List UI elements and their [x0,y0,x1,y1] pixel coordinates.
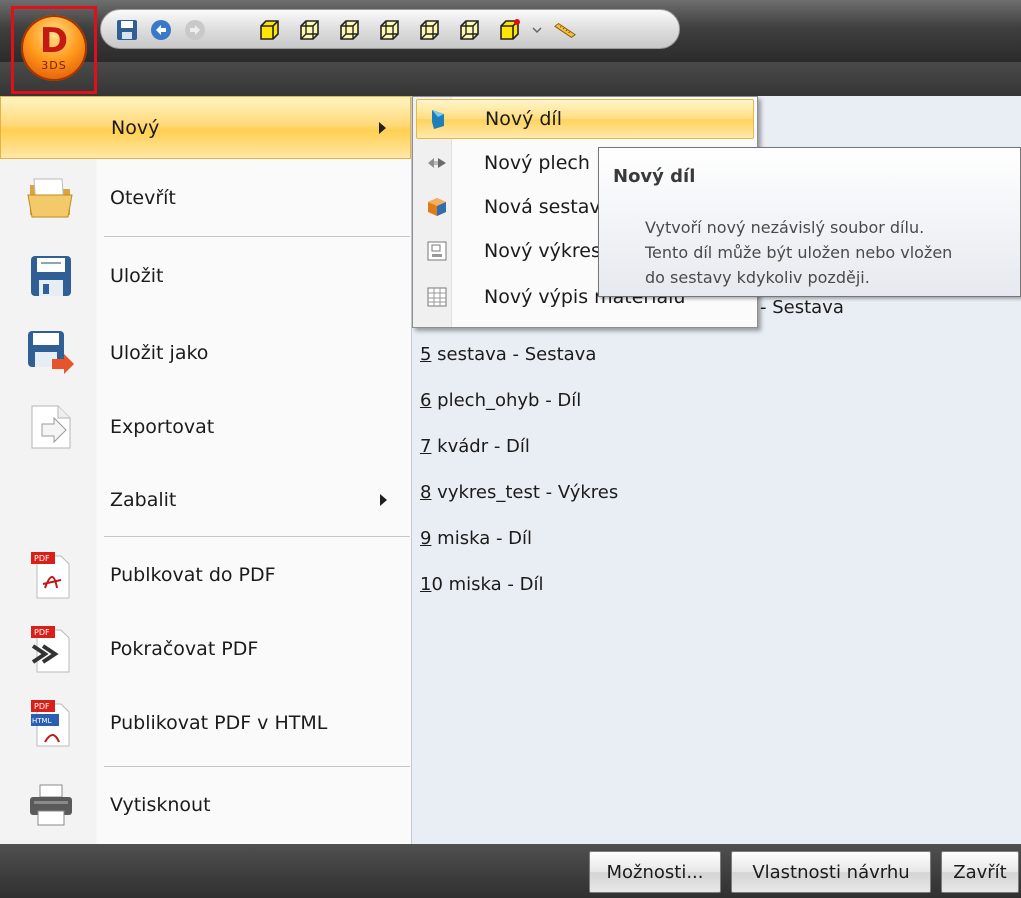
floppy-disk-icon[interactable] [115,18,139,42]
submenu-item-label: Nový plech [484,152,590,174]
tooltip: Nový díl Vytvoří nový nezávislý soubor d… [598,147,1021,297]
app-logo-letter: D [39,21,69,61]
menu-item-label: Zabalit [110,489,177,511]
design-properties-button[interactable]: Vlastnosti návrhu [731,851,931,893]
sheet-metal-icon [426,152,448,174]
menu-item-label: Uložit [110,265,164,287]
svg-text:HTML: HTML [32,717,52,725]
cube-icon[interactable] [417,18,441,42]
menu-separator [104,766,410,767]
menu-item-save-as[interactable]: Uložit jako [0,318,411,388]
menu-item-open[interactable]: Otevřít [0,163,411,233]
recent-document[interactable]: 6 plech_ohyb - Díl [420,390,581,411]
floppy-disk-icon [26,251,76,301]
menu-item-export[interactable]: Exportovat [0,392,411,462]
menu-item-label: Vytisknout [110,794,211,816]
save-as-icon [26,328,76,378]
assembly-icon [426,196,448,218]
recent-document-number: 9 [420,528,432,549]
recent-document[interactable]: 5 sestava - Sestava [420,344,596,365]
submenu-item-new-part[interactable]: Nový díl [416,99,754,139]
recent-document-name: miska - Díl [442,574,544,595]
menu-item-label: Nový [111,116,160,139]
recent-document-number: 6 [420,390,432,411]
menu-item-label: Publikovat PDF v HTML [110,712,328,734]
recent-document-number: 8 [420,482,432,503]
submenu-arrow-icon [380,494,387,506]
recent-document[interactable]: 8 vykres_test - Výkres [420,482,618,503]
menu-item-publish-pdf-html[interactable]: PDF HTML Publikovat PDF v HTML [0,688,411,758]
tooltip-line: do sestavy kdykoliv později. [645,268,870,287]
recent-document-name: - Sestava [760,297,844,318]
ribbon-strip [0,62,1021,96]
quick-access-toolbar [100,9,680,49]
chevron-down-icon[interactable] [525,18,549,42]
export-icon [26,402,76,452]
recent-document[interactable]: 9 miska - Díl [420,528,532,549]
undo-icon[interactable] [149,18,173,42]
menu-item-print[interactable]: Vytisknout [0,770,411,840]
recent-document-name: miska - Díl [431,528,533,549]
folder-open-icon [26,173,76,223]
cube-icon[interactable] [337,18,361,42]
recent-document-number: 1 [420,574,432,595]
recent-document-name: sestava - Sestava [431,344,597,365]
menu-item-label: Uložit jako [110,342,209,364]
menu-item-pack[interactable]: Zabalit [0,465,411,535]
menu-separator [104,236,410,237]
ruler-icon[interactable] [553,18,577,42]
svg-text:PDF: PDF [34,554,50,563]
menu-item-label: Exportovat [110,416,215,438]
menu-separator [104,536,410,537]
tooltip-line: Vytvoří nový nezávislý soubor dílu. [645,218,925,237]
drawing-icon [426,240,448,262]
printer-icon [26,780,76,830]
menu-item-publish-pdf[interactable]: PDF Publkovat do PDF [0,540,411,610]
tooltip-title: Nový díl [613,166,696,187]
submenu-item-label: Nový výkres [484,240,601,262]
recent-document-name: plech_ohyb - Díl [431,390,582,411]
recent-document[interactable]: 7 kvádr - Díl [420,436,530,457]
recent-document-number-rest: 0 [431,574,443,595]
tooltip-line: Tento díl může být uložen nebo vložen [645,243,953,262]
svg-text:PDF: PDF [34,628,50,637]
app-logo-subtitle: 3DS [41,59,67,72]
menu-item-label: Pokračovat PDF [110,638,259,660]
recent-document-name: vykres_test - Výkres [431,482,619,503]
recent-document-number: 7 [420,436,432,457]
pdf-continue-icon: PDF [26,624,76,674]
pdf-html-icon: PDF HTML [26,698,76,748]
submenu-item-label: Nový díl [485,108,562,130]
pdf-document-icon: PDF [26,550,76,600]
recent-document-number: 5 [420,344,432,365]
cube-icon[interactable] [297,18,321,42]
submenu-arrow-icon [379,121,386,134]
cube-icon[interactable] [257,18,281,42]
redo-icon[interactable] [183,18,207,42]
menu-item-continue-pdf[interactable]: PDF Pokračovat PDF [0,614,411,684]
menu-item-new[interactable]: Nový [0,96,411,159]
menu-item-label: Publkovat do PDF [110,564,276,586]
cube-icon[interactable] [457,18,481,42]
svg-text:PDF: PDF [34,702,50,711]
menu-item-label: Otevřít [110,187,176,209]
part-icon [427,108,449,130]
bill-of-materials-icon [426,286,448,308]
recent-document[interactable]: - Sestava [760,297,844,318]
cube-icon[interactable] [497,18,521,42]
options-button[interactable]: Možnosti... [589,851,721,893]
menu-item-save[interactable]: Uložit [0,241,411,311]
recent-document-name: kvádr - Díl [431,436,530,457]
cube-icon[interactable] [377,18,401,42]
recent-document[interactable]: 10 miska - Díl [420,574,543,595]
app-menu-button[interactable]: D 3DS [21,15,87,81]
submenu-item-label: Nová sestava [484,196,613,218]
close-button[interactable]: Zavřít [941,851,1019,893]
